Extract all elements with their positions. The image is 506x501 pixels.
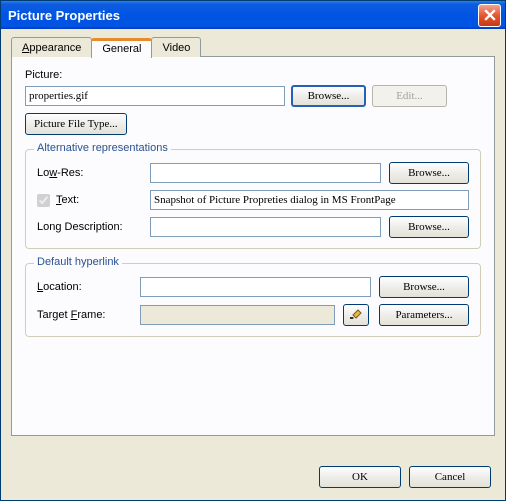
tab-page-general: Picture: Browse... Edit... Picture File … xyxy=(11,56,495,436)
dialog-buttons: OK Cancel xyxy=(319,466,491,488)
tab-general[interactable]: General xyxy=(91,38,152,58)
longdesc-input[interactable] xyxy=(150,217,381,237)
alt-legend: Alternative representations xyxy=(34,142,171,154)
picture-filetype-row: Picture File Type... xyxy=(25,113,481,135)
cancel-button[interactable]: Cancel xyxy=(409,466,491,488)
picture-input[interactable] xyxy=(25,86,285,106)
ok-button[interactable]: OK xyxy=(319,466,401,488)
picture-edit-button: Edit... xyxy=(372,85,447,107)
text-checkbox xyxy=(37,194,50,207)
location-browse-button[interactable]: Browse... xyxy=(379,276,469,298)
parameters-button[interactable]: Parameters... xyxy=(379,304,469,326)
location-label: Location: xyxy=(37,281,132,293)
alternative-representations-group: Alternative representations Low-Res: Bro… xyxy=(25,149,481,249)
picture-file-type-button[interactable]: Picture File Type... xyxy=(25,113,127,135)
pencil-icon xyxy=(349,308,363,320)
tab-label: General xyxy=(102,43,141,55)
longdesc-browse-button[interactable]: Browse... xyxy=(389,216,469,238)
location-input[interactable] xyxy=(140,277,371,297)
picture-label: Picture: xyxy=(25,69,62,81)
text-input[interactable] xyxy=(150,190,469,210)
tab-video[interactable]: Video xyxy=(151,37,201,57)
default-hyperlink-group: Default hyperlink Location: Browse... Ta… xyxy=(25,263,481,337)
close-button[interactable] xyxy=(478,4,501,27)
picture-browse-button[interactable]: Browse... xyxy=(291,85,366,107)
tab-label: Appearance xyxy=(22,42,81,54)
tab-strip: Appearance General Video xyxy=(11,37,495,57)
tab-appearance[interactable]: Appearance xyxy=(11,37,92,57)
target-frame-input[interactable] xyxy=(140,305,335,325)
dialog-body: Appearance General Video Picture: Browse… xyxy=(1,29,505,447)
link-legend: Default hyperlink xyxy=(34,256,122,268)
longdesc-label: Long Description: xyxy=(37,221,142,233)
alt-grid: Low-Res: Browse... Text: Long Descriptio… xyxy=(37,162,469,238)
titlebar: Picture Properties xyxy=(1,1,505,29)
target-frame-picker-button[interactable] xyxy=(343,304,369,326)
target-frame-label: Target Frame: xyxy=(37,309,132,321)
window-title: Picture Properties xyxy=(5,8,478,23)
text-label: Text: xyxy=(56,194,79,206)
lowres-input[interactable] xyxy=(150,163,381,183)
link-grid: Location: Browse... Target Frame: Parame… xyxy=(37,276,469,326)
close-icon xyxy=(484,9,496,21)
text-label-cell: Text: xyxy=(37,194,142,207)
lowres-label: Low-Res: xyxy=(37,167,142,179)
tab-label: Video xyxy=(162,42,190,54)
dialog-window: Picture Properties Appearance General Vi… xyxy=(0,0,506,501)
lowres-browse-button[interactable]: Browse... xyxy=(389,162,469,184)
picture-row: Browse... Edit... xyxy=(25,85,481,107)
